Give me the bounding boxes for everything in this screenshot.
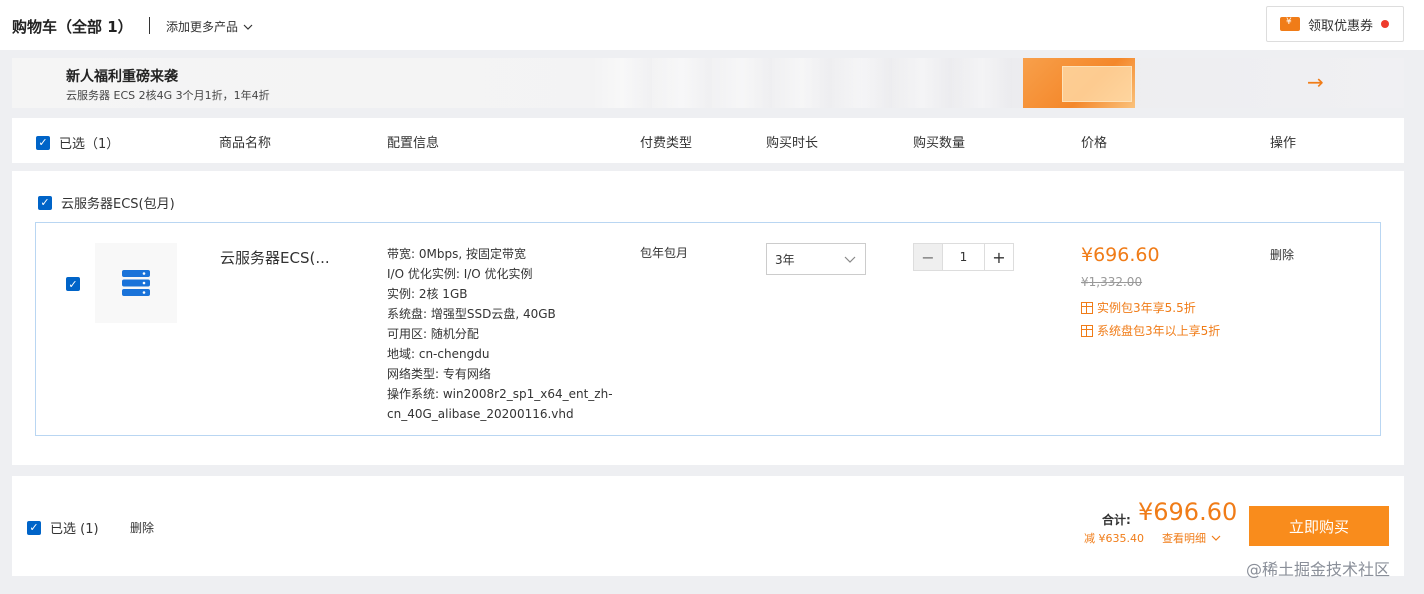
item-checkbox[interactable]: ✓	[66, 277, 80, 291]
duration-value: 3年	[775, 252, 795, 267]
checkbox-checked-icon[interactable]: ✓	[27, 520, 41, 535]
column-header-config: 配置信息	[387, 136, 440, 151]
product-group: ✓ 云服务器ECS(包月) ✓ 云服务器ECS(... 带宽: 0Mbps, 按…	[12, 171, 1404, 465]
gift-icon	[1081, 301, 1093, 314]
promo-disk: 系统盘包3年以上享5折	[1081, 322, 1220, 339]
notification-dot	[1381, 20, 1390, 28]
quantity-stepper: − 1 +	[913, 243, 1014, 271]
add-more-label: 添加更多产品	[166, 20, 239, 34]
column-header-price: 价格	[1081, 136, 1108, 151]
cart-item: ✓ 云服务器ECS(... 带宽: 0Mbps, 按固定带宽 I/O 优化实例:…	[35, 222, 1381, 436]
buy-now-button[interactable]: 立即购买	[1249, 506, 1389, 546]
gift-icon	[1081, 324, 1093, 337]
config-line: I/O 优化实例: I/O 优化实例	[387, 267, 533, 281]
group-title: 云服务器ECS(包月)	[61, 197, 175, 212]
footer-select-all[interactable]: ✓ 已选 (1)	[27, 518, 99, 537]
footer-delete-link[interactable]: 删除	[130, 519, 154, 536]
coupon-icon	[1280, 17, 1300, 31]
config-line: 实例: 2核 1GB	[387, 287, 468, 301]
config-info: 带宽: 0Mbps, 按固定带宽 I/O 优化实例: I/O 优化实例 实例: …	[387, 244, 617, 424]
original-price: ¥1,332.00	[1081, 275, 1143, 289]
checkbox-checked-icon[interactable]: ✓	[36, 135, 50, 150]
column-header-billing: 付费类型	[640, 136, 693, 151]
select-all-checkbox[interactable]: ✓ 已选（1）	[36, 133, 119, 152]
select-all-label: 已选（1）	[59, 137, 120, 152]
get-coupon-button[interactable]: 领取优惠券	[1266, 6, 1404, 42]
total-value: ¥696.60	[1138, 498, 1238, 526]
column-header-duration: 购买时长	[766, 136, 819, 151]
delete-item-link[interactable]: 删除	[1270, 246, 1294, 263]
billing-type: 包年包月	[640, 246, 689, 260]
config-line: 网络类型: 专有网络	[387, 367, 491, 381]
chevron-down-icon	[844, 256, 856, 263]
server-icon	[122, 270, 150, 296]
arrow-right-icon[interactable]: →	[1307, 70, 1324, 94]
total-label: 合计:	[1102, 513, 1131, 527]
item-price: ¥696.60	[1081, 244, 1160, 266]
page-title: 购物车（全部 1）	[12, 18, 133, 36]
column-header-name: 商品名称	[219, 136, 272, 151]
product-name[interactable]: 云服务器ECS(...	[220, 247, 330, 268]
add-more-products-link[interactable]: 添加更多产品	[166, 18, 254, 35]
group-checkbox[interactable]: ✓ 云服务器ECS(包月)	[38, 193, 175, 212]
promo-label: 实例包3年享5.5折	[1097, 301, 1196, 315]
column-header-action: 操作	[1270, 136, 1297, 151]
discount-amount: 减 ¥635.40	[1084, 532, 1144, 545]
promo-instance: 实例包3年享5.5折	[1081, 299, 1196, 316]
checkout-footer: ✓ 已选 (1) 删除 合计: ¥696.60 减 ¥635.40 查看明细 立…	[12, 476, 1404, 576]
top-bar: 购物车（全部 1） 添加更多产品 领取优惠券	[0, 0, 1424, 50]
table-header: ✓ 已选（1） 商品名称 配置信息 付费类型 购买时长 购买数量 价格 操作	[12, 118, 1404, 163]
checkbox-checked-icon[interactable]: ✓	[38, 195, 52, 210]
chevron-down-icon	[1211, 535, 1221, 541]
column-header-quantity: 购买数量	[913, 136, 966, 151]
banner-product-image-overlay	[1062, 66, 1132, 102]
footer-selected-label: 已选 (1)	[50, 522, 99, 537]
config-line: 可用区: 随机分配	[387, 327, 479, 341]
chevron-down-icon	[243, 24, 253, 30]
config-line: 带宽: 0Mbps, 按固定带宽	[387, 247, 526, 261]
config-line: 操作系统: win2008r2_sp1_x64_ent_zh-cn_40G_al…	[387, 387, 613, 421]
quantity-input[interactable]: 1	[942, 244, 985, 270]
banner-subtitle: 云服务器 ECS 2核4G 3个月1折，1年4折	[66, 89, 270, 102]
decrement-button[interactable]: −	[914, 244, 942, 270]
divider	[149, 17, 150, 34]
view-detail-label: 查看明细	[1162, 532, 1206, 545]
watermark: @稀土掘金技术社区	[1246, 560, 1391, 579]
coupon-label: 领取优惠券	[1308, 18, 1374, 34]
duration-select[interactable]: 3年	[766, 243, 866, 275]
promo-banner[interactable]: 新人福利重磅来袭 云服务器 ECS 2核4G 3个月1折，1年4折 →	[12, 58, 1404, 108]
banner-decoration	[592, 58, 1012, 108]
config-line: 系统盘: 增强型SSD云盘, 40GB	[387, 307, 556, 321]
view-detail-link[interactable]: 查看明细	[1162, 530, 1222, 546]
config-line: 地域: cn-chengdu	[387, 347, 490, 361]
banner-title: 新人福利重磅来袭	[66, 69, 178, 85]
product-thumbnail	[95, 243, 177, 323]
increment-button[interactable]: +	[985, 244, 1013, 270]
promo-label: 系统盘包3年以上享5折	[1097, 324, 1221, 338]
